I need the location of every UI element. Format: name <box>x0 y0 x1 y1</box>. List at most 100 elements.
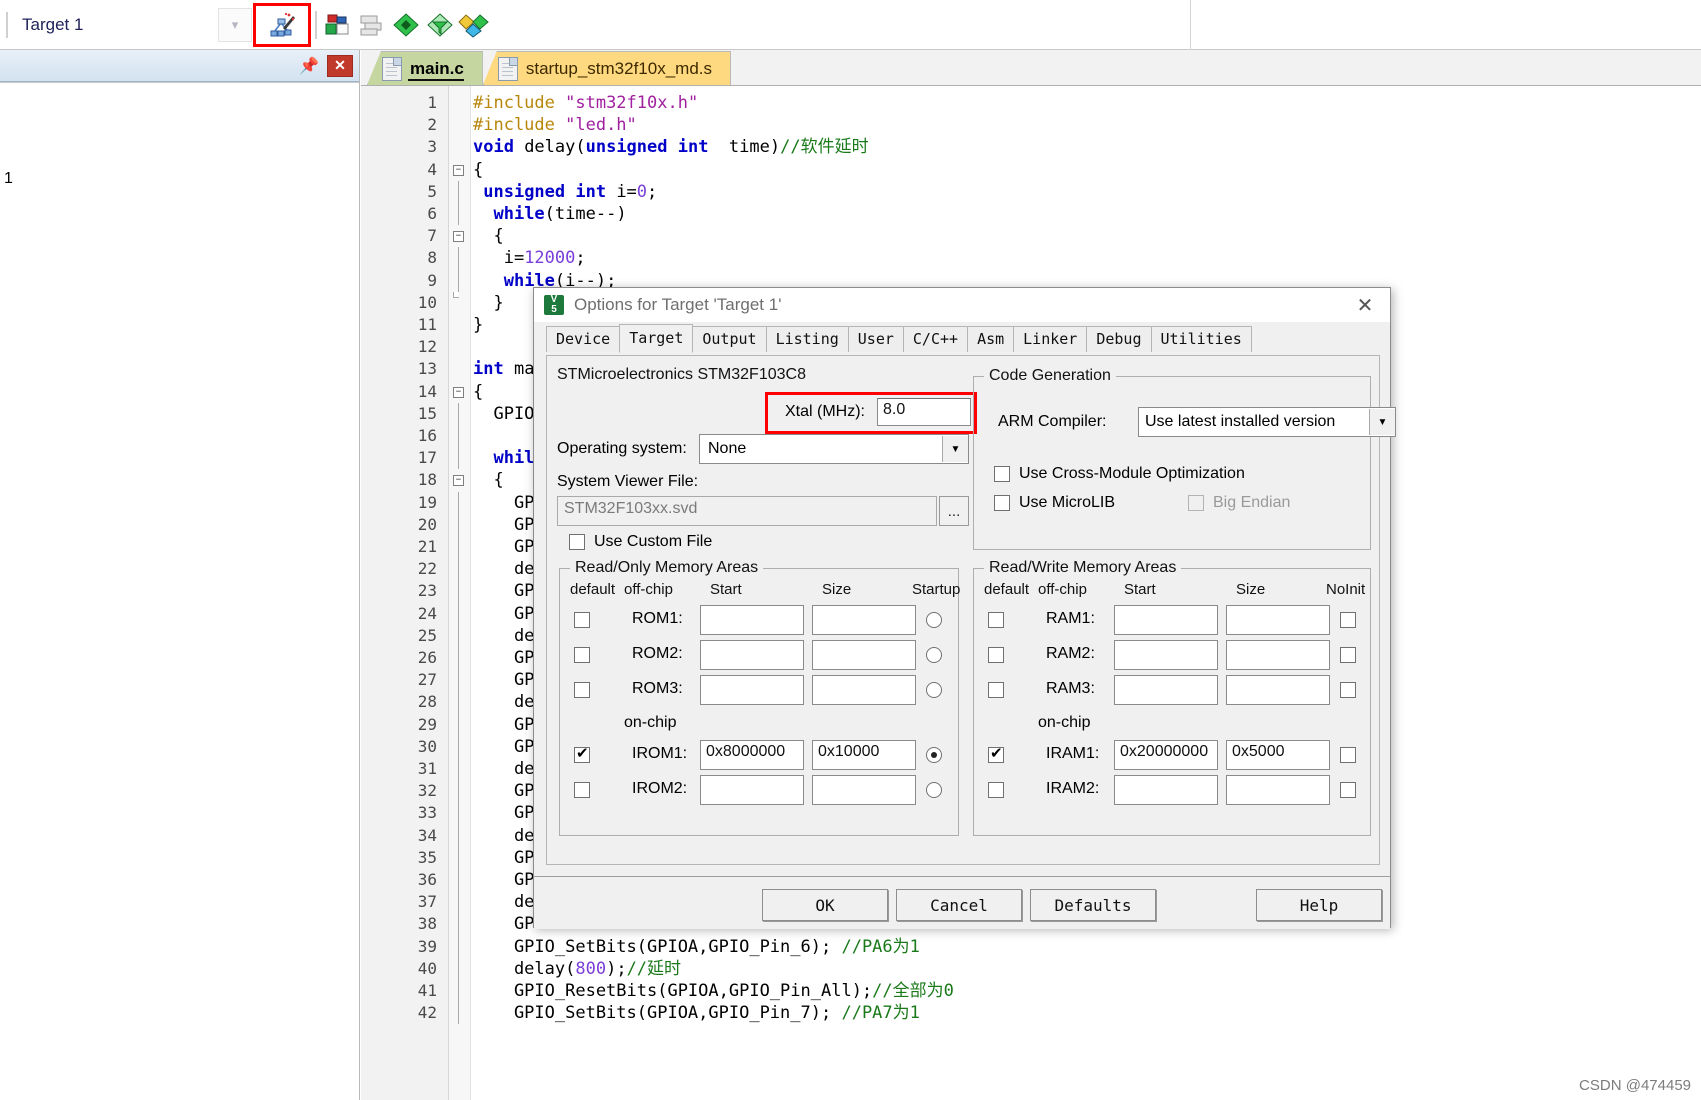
size-input[interactable] <box>812 675 916 705</box>
pin-icon[interactable]: 📌 <box>297 55 321 77</box>
default-checkbox[interactable] <box>574 647 590 663</box>
manage-project-items-button[interactable] <box>253 2 311 47</box>
code-line: 8 i=12000; <box>361 247 1701 270</box>
project-panel-header: 📌 ✕ <box>0 50 359 82</box>
filter-diamond-icon[interactable] <box>423 8 457 42</box>
chevron-down-icon[interactable]: ▼ <box>942 436 968 462</box>
default-checkbox[interactable] <box>574 744 590 763</box>
startup-radio[interactable] <box>926 647 942 663</box>
dialog-footer: OK Cancel Defaults Help <box>534 876 1390 929</box>
size-input[interactable] <box>1226 675 1330 705</box>
fold-collapse-icon[interactable]: − <box>453 164 464 176</box>
file-tab-main-c[interactable]: main.c <box>367 51 483 85</box>
arm-compiler-select[interactable]: Use latest installed version ▼ <box>1138 407 1396 437</box>
read-only-memory-areas-group: Read/Only Memory Areas default off-chip St… <box>559 559 960 836</box>
batch-build-icon[interactable] <box>355 8 389 42</box>
size-input[interactable]: 0x5000 <box>1226 740 1330 770</box>
dialog-titlebar[interactable]: V5 Options for Target 'Target 1' ✕ <box>534 288 1390 322</box>
noinit-checkbox[interactable] <box>1340 747 1356 763</box>
file-icon <box>497 56 518 81</box>
cross-module-optimization-checkbox[interactable] <box>994 466 1010 482</box>
xtal-input[interactable]: 8.0 <box>877 398 971 426</box>
start-input[interactable] <box>1114 775 1218 805</box>
system-viewer-file-input[interactable]: STM32F103xx.svd <box>557 496 937 526</box>
start-input[interactable]: 0x20000000 <box>1114 740 1218 770</box>
start-input[interactable] <box>1114 675 1218 705</box>
dialog-tab-target[interactable]: Target <box>619 324 694 353</box>
dialog-tab-asm[interactable]: Asm <box>967 326 1015 352</box>
cross-module-optimization-row[interactable]: Use Cross-Module Optimization <box>994 465 1245 483</box>
start-input[interactable] <box>700 675 804 705</box>
startup-radio[interactable] <box>926 747 942 763</box>
green-diamond-icon[interactable] <box>389 8 423 42</box>
size-input[interactable] <box>812 605 916 635</box>
size-input[interactable] <box>1226 775 1330 805</box>
default-checkbox[interactable] <box>574 612 590 628</box>
start-input[interactable] <box>1114 605 1218 635</box>
default-checkbox[interactable] <box>988 782 1004 798</box>
close-icon[interactable]: ✕ <box>1348 292 1382 318</box>
on-chip-label: on-chip <box>1038 714 1091 731</box>
start-input[interactable] <box>700 605 804 635</box>
chevron-down-icon[interactable]: ▾ <box>218 7 252 42</box>
noinit-checkbox[interactable] <box>1340 647 1356 663</box>
code-line: 4 −{ <box>361 159 1701 181</box>
size-input[interactable] <box>1226 640 1330 670</box>
fold-collapse-icon[interactable]: − <box>453 231 464 243</box>
noinit-checkbox[interactable] <box>1340 682 1356 698</box>
startup-radio[interactable] <box>926 612 942 628</box>
default-checkbox[interactable] <box>988 612 1004 628</box>
start-input[interactable] <box>700 775 804 805</box>
target-options-icon[interactable] <box>321 8 355 42</box>
dialog-tab-utilities[interactable]: Utilities <box>1150 326 1252 352</box>
noinit-checkbox[interactable] <box>1340 782 1356 798</box>
start-input[interactable]: 0x8000000 <box>700 740 804 770</box>
operating-system-select[interactable]: None ▼ <box>699 434 969 464</box>
chevron-down-icon[interactable]: ▼ <box>1369 409 1395 435</box>
code-text: i=12000; <box>473 248 586 269</box>
help-button[interactable]: Help <box>1256 889 1382 921</box>
fold-end-icon[interactable] <box>453 291 459 298</box>
start-input[interactable] <box>1114 640 1218 670</box>
memory-area-label: IROM2: <box>632 780 688 797</box>
use-microlib-checkbox[interactable] <box>994 495 1010 511</box>
noinit-checkbox[interactable] <box>1340 612 1356 628</box>
defaults-button[interactable]: Defaults <box>1030 889 1156 921</box>
multi-diamond-icon[interactable] <box>457 8 491 42</box>
toolbar-divider <box>1190 0 1191 50</box>
close-icon[interactable]: ✕ <box>327 54 353 77</box>
dialog-tab-user[interactable]: User <box>847 326 904 352</box>
dialog-tab-linker[interactable]: Linker <box>1013 326 1088 352</box>
size-input[interactable] <box>812 640 916 670</box>
dialog-tab-device[interactable]: Device <box>546 326 621 352</box>
dialog-tab-c-c-[interactable]: C/C++ <box>902 326 969 352</box>
default-checkbox[interactable] <box>574 682 590 698</box>
use-custom-file-row[interactable]: Use Custom File <box>569 533 712 551</box>
line-number: 42 <box>417 1003 437 1023</box>
size-input[interactable] <box>1226 605 1330 635</box>
dialog-tab-listing[interactable]: Listing <box>765 326 849 352</box>
ok-button[interactable]: OK <box>762 889 888 921</box>
default-checkbox[interactable] <box>574 782 590 798</box>
startup-radio[interactable] <box>926 682 942 698</box>
dialog-tab-output[interactable]: Output <box>692 326 767 352</box>
size-input[interactable]: 0x10000 <box>812 740 916 770</box>
fold-collapse-icon[interactable]: − <box>453 386 464 398</box>
fold-collapse-icon[interactable]: − <box>453 475 464 487</box>
start-input[interactable] <box>700 640 804 670</box>
file-tab-startup-s[interactable]: startup_stm32f10x_md.s <box>482 51 732 85</box>
size-input[interactable] <box>812 775 916 805</box>
project-tree[interactable]: 1 <box>0 82 359 1100</box>
project-tree-root-label[interactable]: 1 <box>4 170 13 188</box>
dialog-tab-debug[interactable]: Debug <box>1086 326 1152 352</box>
project-panel: 📌 ✕ 1 <box>0 50 360 1100</box>
default-checkbox[interactable] <box>988 647 1004 663</box>
startup-radio[interactable] <box>926 782 942 798</box>
default-checkbox[interactable] <box>988 744 1004 763</box>
browse-button[interactable]: ... <box>939 496 969 526</box>
target-selector-label[interactable]: Target 1 <box>8 15 218 35</box>
cancel-button[interactable]: Cancel <box>896 889 1022 921</box>
default-checkbox[interactable] <box>988 682 1004 698</box>
use-microlib-row[interactable]: Use MicroLIB <box>994 494 1115 512</box>
use-custom-file-checkbox[interactable] <box>569 534 585 550</box>
